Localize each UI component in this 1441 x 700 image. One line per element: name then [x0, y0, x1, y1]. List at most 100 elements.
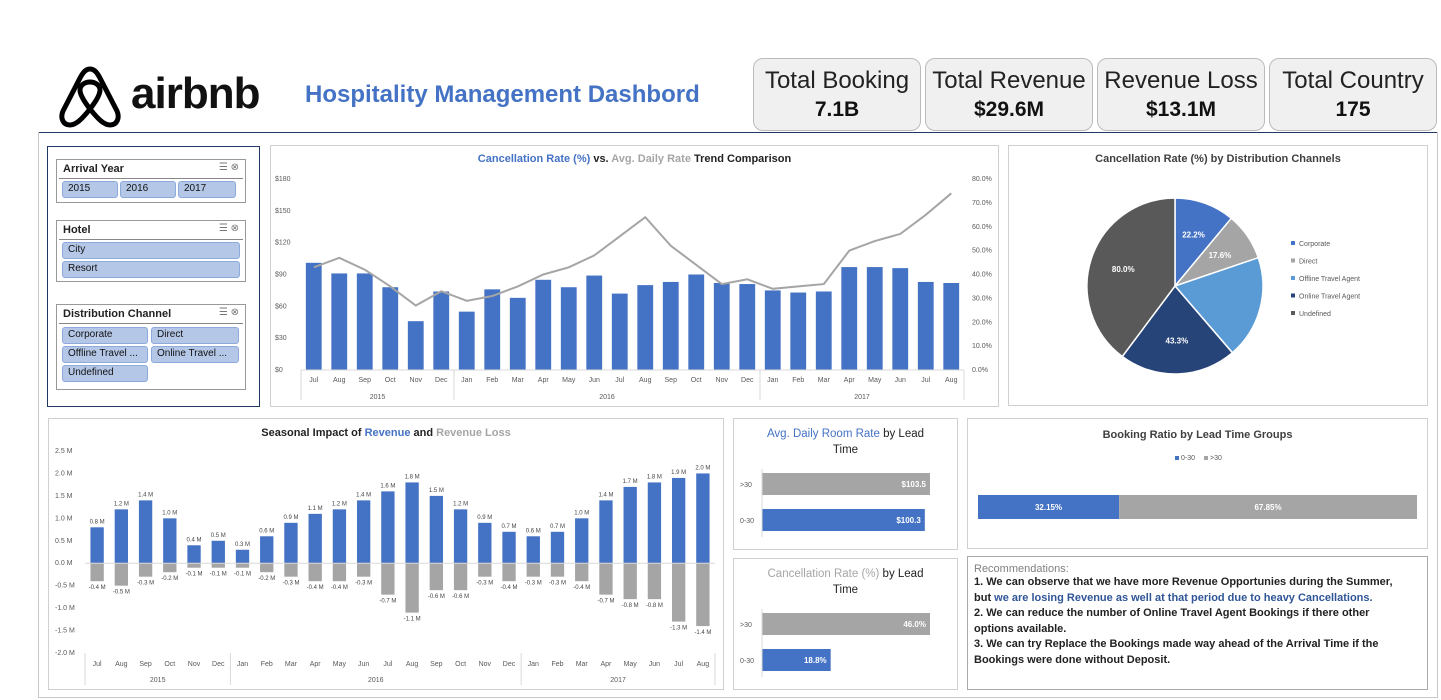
legend-swatch [1291, 241, 1295, 245]
y2-tick-label: 30.0% [972, 295, 992, 302]
loss-data-label: -0.8 M [646, 603, 663, 609]
revenue-bar [405, 482, 419, 564]
bar [611, 293, 628, 370]
loss-data-label: -0.4 M [89, 585, 106, 591]
loss-data-label: -0.4 M [573, 585, 590, 591]
revenue-bar [114, 509, 129, 564]
revenue-data-label: 1.4 M [598, 492, 613, 498]
revenue-bar [623, 486, 637, 564]
slicer-item-corporate[interactable]: Corporate [62, 327, 148, 344]
slicer-item-undefined[interactable]: Undefined [62, 365, 148, 382]
x-tick-label: Jan [237, 661, 248, 668]
x-tick-label: Sep [359, 377, 372, 384]
loss-bar [502, 563, 516, 582]
pie-data-label: 80.0% [1112, 265, 1135, 274]
legend-label: Direct [1299, 259, 1317, 266]
adr-lead-chart: $103.5 >30 $100.3 0-30 [740, 469, 930, 537]
recommendation-line: 1. We can observe that we have more Reve… [974, 576, 1393, 588]
trend-chart: $180 $150 $120 $90 $60 $30 $0 80.0% 70.0% 60.0% 50… [275, 176, 992, 401]
seasonal-chart: 2.5 M 2.0 M 1.5 M 1.0 M 0.5 M 0.0 M -0.5 M -1.0… [55, 448, 716, 685]
x-tick-label: Aug [639, 377, 652, 384]
x-tick-label: Nov [716, 377, 729, 384]
data-label: $100.3 [896, 516, 921, 525]
bar [764, 290, 781, 370]
x-tick-label: Aug [697, 661, 710, 668]
recommendation-text: but [974, 591, 995, 604]
revenue-data-label: 1.6 M [380, 483, 395, 489]
legend-swatch [1291, 311, 1295, 315]
multi-select-icon[interactable]: ☰ ⊗ [219, 223, 239, 234]
x-tick-label: Jul [93, 661, 102, 668]
loss-data-label: -0.4 M [307, 585, 324, 591]
dashboard-title: Hospitality Management Dashbord [305, 81, 700, 108]
bar [331, 273, 348, 370]
bar [356, 273, 373, 370]
loss-bar [138, 563, 153, 577]
booking-ratio-chart: 0-30 >30 32.15% 67.85% [978, 455, 1417, 519]
slicer-item-2016[interactable]: 2016 [120, 181, 176, 198]
year-label: 2015 [150, 677, 166, 684]
slicer-item-online[interactable]: Online Travel ... [151, 346, 239, 363]
legend-label: Corporate [1299, 241, 1330, 248]
kpi-value: 7.1B [814, 98, 860, 121]
x-tick-label: Aug [333, 377, 346, 384]
revenue-bar [90, 527, 104, 564]
slicer-item-2015[interactable]: 2015 [62, 181, 118, 198]
revenue-data-label: 1.8 M [647, 474, 662, 480]
category-label: 0-30 [740, 518, 754, 525]
x-tick-label: Jan [528, 661, 539, 668]
pie-chart-panel: Cancellation Rate (%) by Distribution Ch… [1008, 145, 1428, 406]
year-label: 2016 [599, 394, 615, 401]
x-tick-label: Feb [486, 377, 498, 384]
revenue-bar [235, 549, 250, 564]
slicer-item-resort[interactable]: Resort [62, 261, 240, 278]
slicer-title: Hotel [63, 224, 91, 236]
x-tick-label: Aug [945, 377, 958, 384]
revenue-bar [187, 545, 201, 564]
y-tick-label: -0.5 M [55, 583, 75, 590]
slicer-item-city[interactable]: City [62, 242, 240, 259]
y-tick-label: $30 [275, 335, 287, 342]
revenue-bar [356, 500, 371, 564]
slicer-header: Hotel ☰ ⊗ [59, 221, 243, 240]
multi-select-icon[interactable]: ☰ ⊗ [219, 162, 239, 173]
y-tick-label: $0 [275, 367, 283, 374]
y-tick-label: $150 [275, 208, 291, 215]
bar [509, 297, 526, 370]
bar [637, 285, 654, 370]
slicer-item-2017[interactable]: 2017 [178, 181, 236, 198]
x-tick-label: Mar [285, 661, 298, 668]
loss-bar [647, 563, 662, 600]
legend-swatch [1291, 293, 1295, 298]
pie-chart: 22.2% 17.6% 43.3% 80.0% Corporate Direct Offli… [1086, 197, 1360, 375]
loss-data-label: -1.4 M [694, 630, 711, 636]
y2-tick-label: 80.0% [972, 176, 992, 183]
kpi-value: $29.6M [973, 98, 1045, 121]
bar [433, 291, 450, 370]
x-tick-label: Aug [115, 661, 128, 668]
slicer-item-offline[interactable]: Offline Travel ... [62, 346, 148, 363]
x-tick-label: Jun [895, 377, 906, 384]
x-tick-label: Mar [818, 377, 831, 384]
y2-tick-label: 40.0% [972, 272, 992, 279]
slicer-item-direct[interactable]: Direct [151, 327, 239, 344]
category-label: >30 [740, 622, 752, 629]
pie-data-label: 43.3% [1166, 337, 1189, 346]
multi-select-icon[interactable]: ☰ ⊗ [219, 307, 239, 318]
recommendations-panel: Recommendations: 1. We can observe that … [967, 556, 1428, 690]
recommendation-highlight: we are losing Revenue as well at that pe… [994, 591, 1373, 604]
y-tick-label: 2.0 M [55, 470, 73, 477]
pie-data-label: 17.6% [1209, 251, 1232, 260]
y-tick-label: 1.0 M [55, 515, 73, 522]
category-label: >30 [740, 482, 752, 489]
y2-tick-label: 20.0% [972, 319, 992, 326]
revenue-data-label: 0.6 M [526, 528, 541, 534]
loss-bar [211, 563, 225, 568]
y-tick-label: 1.5 M [55, 493, 73, 500]
loss-data-label: -0.2 M [258, 576, 275, 582]
revenue-bar [526, 536, 540, 564]
kpi-label: Total Revenue [932, 67, 1086, 94]
revenue-data-label: 0.4 M [187, 537, 202, 543]
legend-swatch [1291, 258, 1295, 263]
loss-data-label: -0.3 M [476, 581, 493, 587]
